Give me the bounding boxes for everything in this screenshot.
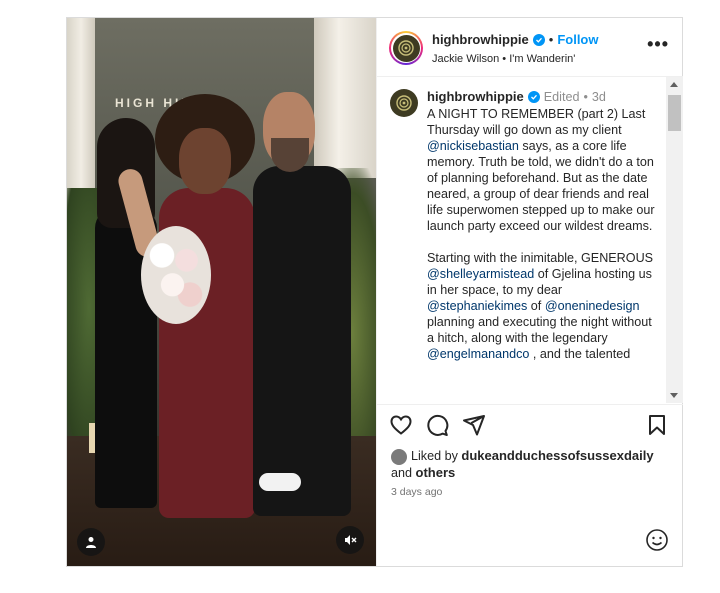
mute-button[interactable] bbox=[336, 526, 364, 554]
spiral-logo-icon bbox=[396, 95, 412, 111]
scroll-down-arrow[interactable] bbox=[670, 393, 678, 398]
tagged-users-button[interactable] bbox=[77, 528, 105, 556]
audio-subtitle[interactable]: Jackie Wilson • I'm Wanderin' bbox=[432, 53, 575, 65]
caption-avatar[interactable] bbox=[390, 89, 418, 117]
verified-badge-icon bbox=[532, 33, 545, 46]
action-bar bbox=[377, 404, 683, 445]
avatar bbox=[392, 34, 420, 62]
follow-button[interactable]: Follow bbox=[557, 32, 598, 47]
man-right-shoe bbox=[259, 473, 301, 491]
likes-others-link[interactable]: others bbox=[416, 465, 456, 480]
scrollbar-thumb[interactable] bbox=[668, 95, 681, 131]
mention-link[interactable]: @stephaniekimes bbox=[427, 299, 527, 313]
man-right-body bbox=[253, 166, 351, 516]
post-header: highbrowhippie • Follow Jackie Wilson • … bbox=[377, 18, 683, 77]
share-icon[interactable] bbox=[462, 413, 486, 437]
caption-paragraph-1: A NIGHT TO REMEMBER (part 2) Last Thursd… bbox=[427, 107, 655, 233]
post-timestamp[interactable]: 3 days ago bbox=[391, 486, 442, 498]
mention-link[interactable]: @engelmanandco bbox=[427, 347, 529, 361]
separator-dot: • bbox=[583, 90, 588, 104]
scroll-up-arrow[interactable] bbox=[670, 82, 678, 87]
verified-badge-icon bbox=[527, 91, 540, 103]
mention-link[interactable]: @nickisebastian bbox=[427, 139, 519, 153]
likes-summary: Liked by dukeandduchessofsussexdaily and… bbox=[391, 448, 654, 480]
post-age[interactable]: 3d bbox=[592, 89, 606, 105]
caption-paragraph-2: Starting with the inimitable, GENEROUS @… bbox=[427, 251, 654, 361]
liker-username[interactable]: dukeandduchessofsussexdaily bbox=[461, 448, 653, 463]
more-options-button[interactable]: ••• bbox=[647, 34, 669, 55]
post-side-panel: highbrowhippie • Follow Jackie Wilson • … bbox=[376, 18, 683, 566]
emoji-icon[interactable] bbox=[645, 528, 669, 552]
edited-label: Edited bbox=[543, 90, 580, 104]
comment-icon[interactable] bbox=[425, 413, 449, 437]
caption-scroll-area[interactable]: highbrowhippie Edited • 3d A NIGHT TO RE… bbox=[377, 77, 683, 403]
mention-link[interactable]: @shelleyarmistead bbox=[427, 267, 534, 281]
more-horizontal-icon: ••• bbox=[647, 34, 669, 54]
liker-avatar[interactable] bbox=[391, 448, 407, 465]
heart-icon[interactable] bbox=[389, 413, 413, 437]
bookmark-icon[interactable] bbox=[645, 413, 669, 437]
post-card: HIGH HIPPIE highbrowhippie • Follow Jack… bbox=[66, 17, 683, 567]
scrollbar[interactable] bbox=[666, 77, 683, 403]
mention-link[interactable]: @oneninedesign bbox=[545, 299, 640, 313]
curtain bbox=[314, 18, 376, 178]
woman-center-face bbox=[179, 128, 231, 194]
story-ring[interactable] bbox=[389, 31, 423, 65]
caption-text: highbrowhippie Edited • 3d A NIGHT TO RE… bbox=[427, 89, 662, 378]
username-link[interactable]: highbrowhippie bbox=[432, 32, 529, 47]
speaker-muted-icon bbox=[345, 535, 357, 545]
person-icon bbox=[86, 537, 96, 548]
post-media[interactable]: HIGH HIPPIE bbox=[67, 18, 376, 566]
spiral-logo-icon bbox=[398, 40, 414, 56]
caption-username[interactable]: highbrowhippie bbox=[427, 89, 524, 105]
header-user-row: highbrowhippie • Follow bbox=[432, 32, 599, 47]
separator-dot: • bbox=[548, 32, 554, 47]
flower-bouquet bbox=[141, 226, 211, 324]
